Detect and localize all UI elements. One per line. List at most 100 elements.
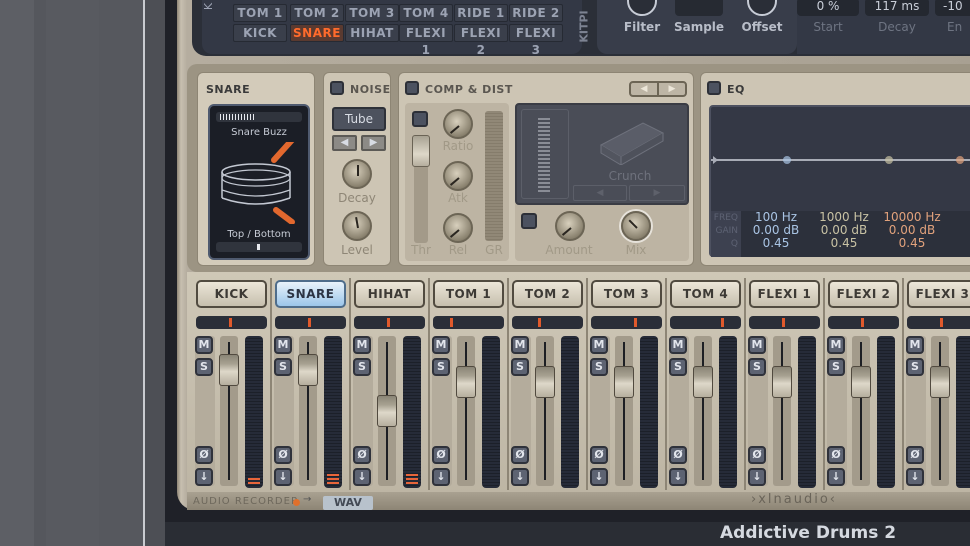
pan-indicator[interactable] <box>387 318 390 327</box>
mute-button[interactable]: M <box>511 336 529 354</box>
solo-button[interactable]: S <box>353 358 371 376</box>
kit-piece-button[interactable]: TOM 2 <box>290 4 344 22</box>
kit-piece-button[interactable]: FLEXI 3 <box>509 24 563 57</box>
pan-slider[interactable] <box>591 316 662 329</box>
eq-band-handle[interactable] <box>885 156 893 164</box>
output-route-icon[interactable]: ↓ <box>274 468 292 486</box>
output-route-icon[interactable]: ↓ <box>590 468 608 486</box>
kit-piece-button[interactable]: TOM 4 <box>399 4 453 22</box>
pan-indicator[interactable] <box>861 318 864 327</box>
output-route-icon[interactable]: ↓ <box>748 468 766 486</box>
pan-indicator[interactable] <box>782 318 785 327</box>
volume-fader[interactable] <box>930 336 950 486</box>
solo-button[interactable]: S <box>590 358 608 376</box>
phase-invert-icon[interactable]: Ø <box>432 446 450 464</box>
output-route-icon[interactable]: ↓ <box>827 468 845 486</box>
channel-name-button[interactable]: TOM 2 <box>512 280 583 308</box>
mix-knob[interactable] <box>621 211 651 241</box>
eq-band-gain[interactable]: 0. <box>949 224 970 237</box>
pan-slider[interactable] <box>354 316 425 329</box>
format-button[interactable]: WAV <box>323 496 373 510</box>
output-route-icon[interactable]: ↓ <box>906 468 924 486</box>
dist-next-button[interactable]: ▶ <box>629 185 685 201</box>
kit-piece-button[interactable]: TOM 3 <box>345 4 399 22</box>
mute-button[interactable]: M <box>748 336 766 354</box>
kit-piece-button[interactable]: HIHAT <box>345 24 399 42</box>
volume-fader[interactable] <box>772 336 792 486</box>
kit-piece-button[interactable]: KICK <box>233 24 287 42</box>
mute-button[interactable]: M <box>353 336 371 354</box>
pan-slider[interactable] <box>275 316 346 329</box>
pan-indicator[interactable] <box>720 318 724 327</box>
sample-selector[interactable] <box>675 0 723 16</box>
solo-button[interactable]: S <box>827 358 845 376</box>
dist-power-toggle[interactable] <box>521 213 537 229</box>
threshold-fader[interactable] <box>412 135 430 243</box>
mute-button[interactable]: M <box>274 336 292 354</box>
start-value[interactable]: 0 % <box>797 0 859 16</box>
pan-slider[interactable] <box>512 316 583 329</box>
fader-cap[interactable] <box>298 353 318 386</box>
pan-indicator[interactable] <box>940 318 943 327</box>
record-indicator-icon[interactable] <box>293 499 300 506</box>
eq-band-q[interactable]: 0.45 <box>811 237 877 250</box>
output-route-icon[interactable]: ↓ <box>432 468 450 486</box>
solo-button[interactable]: S <box>748 358 766 376</box>
mic-balance-handle[interactable] <box>257 244 260 250</box>
kit-piece-button[interactable]: TOM 1 <box>233 4 287 22</box>
pan-slider[interactable] <box>828 316 899 329</box>
mic-balance-slider[interactable] <box>216 242 302 252</box>
volume-fader[interactable] <box>693 336 713 486</box>
pan-indicator[interactable] <box>449 318 453 327</box>
pan-slider[interactable] <box>196 316 267 329</box>
pan-slider[interactable] <box>907 316 970 329</box>
mute-button[interactable]: M <box>432 336 450 354</box>
mute-button[interactable]: M <box>669 336 687 354</box>
fader-cap[interactable] <box>693 365 713 398</box>
channel-name-button[interactable]: KICK <box>196 280 267 308</box>
eq-display[interactable]: FREQ GAIN Q 100 Hz 0.00 dB 0.45 1000 Hz 0.00… <box>709 105 970 257</box>
volume-fader[interactable] <box>456 336 476 486</box>
phase-invert-icon[interactable]: Ø <box>274 446 292 464</box>
phase-invert-icon[interactable]: Ø <box>353 446 371 464</box>
amount-knob[interactable] <box>555 211 585 241</box>
fader-cap[interactable] <box>456 365 476 398</box>
mute-button[interactable]: M <box>590 336 608 354</box>
fader-cap[interactable] <box>772 365 792 398</box>
mute-button[interactable]: M <box>906 336 924 354</box>
volume-fader[interactable] <box>851 336 871 486</box>
solo-button[interactable]: S <box>195 358 213 376</box>
fader-cap[interactable] <box>219 353 239 386</box>
pan-indicator[interactable] <box>538 318 542 327</box>
fader-cap[interactable] <box>614 365 634 398</box>
threshold-fader-cap[interactable] <box>412 135 430 167</box>
pan-indicator[interactable] <box>308 318 311 327</box>
pan-slider[interactable] <box>433 316 504 329</box>
output-route-icon[interactable]: ↓ <box>353 468 371 486</box>
phase-invert-icon[interactable]: Ø <box>511 446 529 464</box>
eq-band-q[interactable]: 0.45 <box>743 237 809 250</box>
pan-slider[interactable] <box>670 316 741 329</box>
volume-fader[interactable] <box>535 336 555 486</box>
end-value[interactable]: -10 <box>935 0 970 16</box>
eq-band-q[interactable]: 0.45 <box>879 237 945 250</box>
noise-type-selector[interactable]: Tube <box>332 107 386 131</box>
fader-cap[interactable] <box>535 365 555 398</box>
fader-cap[interactable] <box>377 395 397 427</box>
fader-cap[interactable] <box>930 365 950 398</box>
kit-piece-button[interactable]: RIDE 2 <box>509 4 563 22</box>
volume-fader[interactable] <box>298 336 318 486</box>
solo-button[interactable]: S <box>274 358 292 376</box>
phase-invert-icon[interactable]: Ø <box>827 446 845 464</box>
eq-band-freq[interactable]: 50 <box>949 211 970 224</box>
noise-level-knob[interactable] <box>342 211 372 241</box>
channel-name-button[interactable]: HIHAT <box>354 280 425 308</box>
phase-invert-icon[interactable]: Ø <box>669 446 687 464</box>
pan-indicator[interactable] <box>229 318 232 327</box>
phase-invert-icon[interactable]: Ø <box>195 446 213 464</box>
kit-piece-button[interactable]: FLEXI 1 <box>399 24 453 57</box>
volume-fader[interactable] <box>377 336 397 486</box>
volume-fader[interactable] <box>614 336 634 486</box>
channel-name-button[interactable]: FLEXI 2 <box>828 280 899 308</box>
eq-enable-toggle[interactable] <box>707 81 721 95</box>
